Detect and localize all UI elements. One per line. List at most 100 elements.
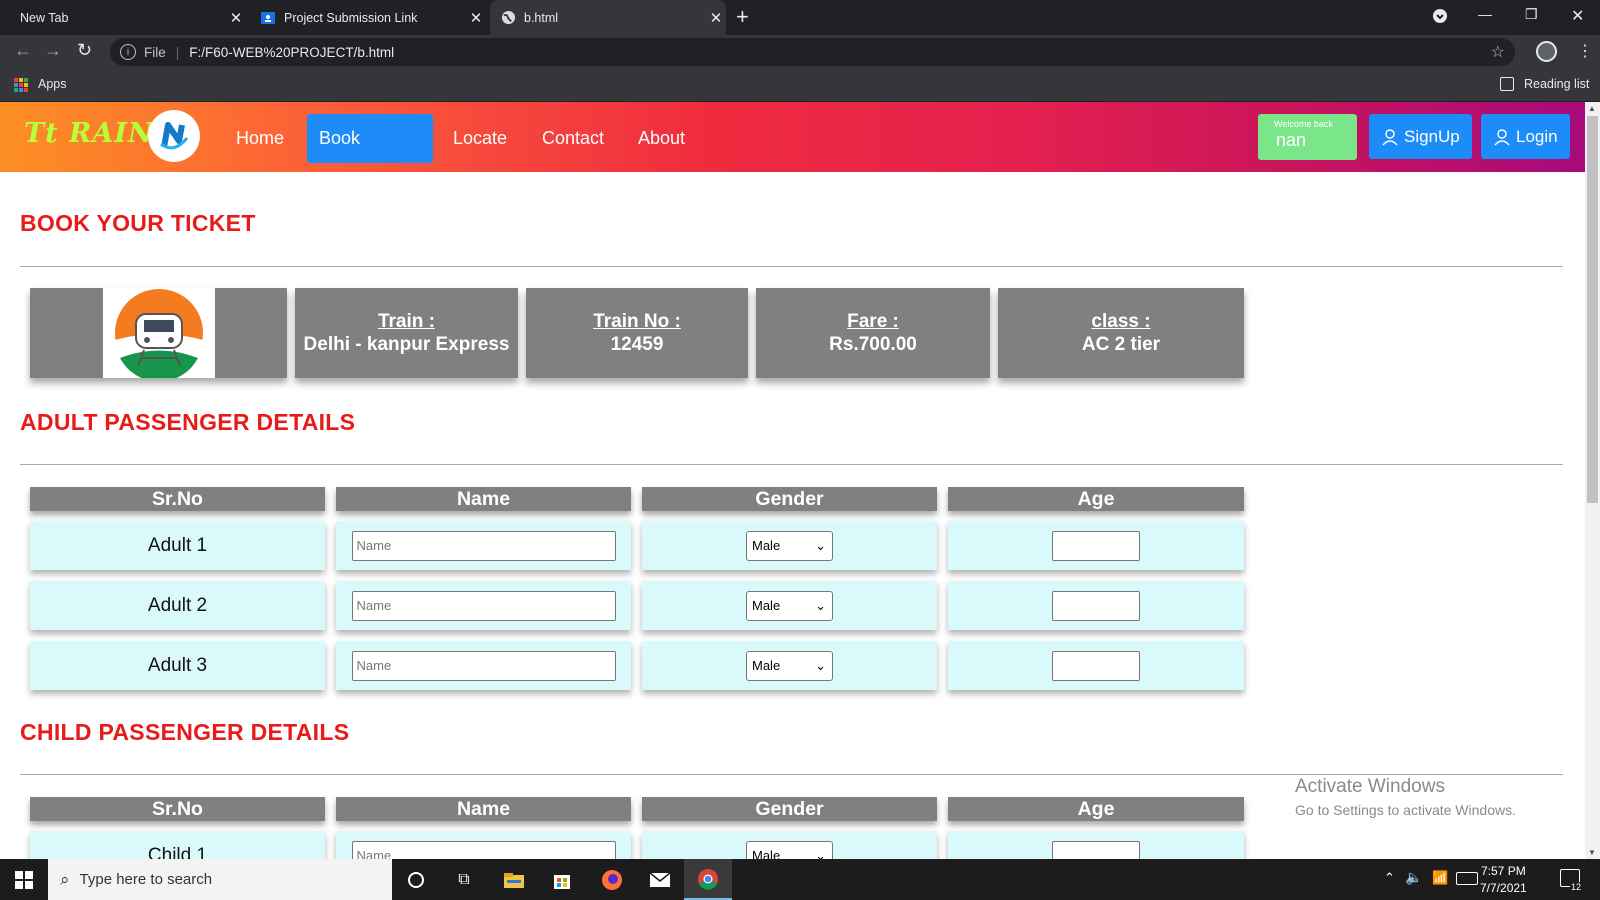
tab-b-html[interactable]: b.html ✕ [490,0,726,35]
tab-search-icon[interactable] [1432,8,1448,27]
keyboard-icon[interactable] [1456,872,1478,885]
restore-icon[interactable]: ❐ [1525,6,1538,23]
table-cell-name [336,641,631,690]
divider [20,266,1563,267]
bookmark-star-icon[interactable]: ☆ [1491,42,1505,62]
taskbar-search-box[interactable]: ⌕ Type here to search [48,859,392,900]
tab-title: b.html [524,10,559,25]
class-cell: class : AC 2 tier [998,288,1244,378]
fare-cell: Fare : Rs.700.00 [756,288,990,378]
apps-label[interactable]: Apps [38,77,67,91]
task-view-icon[interactable]: ⧉ [440,859,488,900]
tab-new-tab[interactable]: New Tab ✕ [0,0,246,35]
login-label: Login [1516,126,1558,146]
child-name-input[interactable] [351,840,616,859]
chevron-down-icon: ⌄ [815,847,826,860]
column-header-srno: Sr.No [30,487,325,511]
cortana-icon[interactable] [392,859,440,900]
adult-age-input[interactable] [1052,530,1140,561]
adult-name-input[interactable] [351,650,616,681]
watermark-line2: Go to Settings to activate Windows. [1295,802,1516,818]
nav-home[interactable]: Home [224,114,296,163]
table-cell-srno: Child 1 [30,831,325,859]
welcome-user: nan [1276,130,1307,150]
volume-icon[interactable]: 🔈 [1405,869,1422,886]
signup-button[interactable]: SignUp [1369,114,1472,159]
adult-section-title: ADULT PASSENGER DETAILS [20,409,356,435]
gender-value: Male [752,538,781,553]
reading-list-label[interactable]: Reading list [1524,77,1589,91]
train-value: Delhi - kanpur Express [303,334,510,355]
table-cell-age [948,581,1244,630]
page-scrollbar[interactable]: ▲ ▼ [1585,102,1600,859]
welcome-badge: Welcome back nan [1258,114,1357,160]
chrome-icon[interactable] [684,859,732,900]
train-label: Train : [377,311,435,332]
apps-grid-icon[interactable] [14,78,28,92]
table-cell-name [336,521,631,570]
login-button[interactable]: Login [1481,114,1570,159]
windows-start-icon[interactable] [0,859,48,900]
train-no-label: Train No : [593,311,681,332]
forward-arrow-icon[interactable]: → [44,40,62,61]
firefox-icon[interactable] [588,859,636,900]
menu-dots-icon[interactable]: ⋮ [1577,41,1593,61]
browser-toolbar: ← → ↻ i File | F:/F60-WEB%20PROJECT/b.ht… [0,35,1600,69]
close-window-icon[interactable]: ✕ [1571,6,1584,26]
adult-age-input[interactable] [1052,590,1140,621]
adult-gender-select[interactable]: Male ⌄ [746,530,833,561]
train-no-value: 12459 [610,334,664,355]
taskbar-search-placeholder: Type here to search [79,871,213,888]
store-icon[interactable] [538,859,586,900]
address-separator: | [175,44,180,60]
close-tab-icon[interactable]: ✕ [226,9,246,27]
user-icon [1382,128,1398,145]
table-cell-srno: Adult 3 [30,641,325,690]
minimize-icon[interactable]: — [1478,6,1492,22]
file-explorer-icon[interactable] [490,859,538,900]
child-age-input[interactable] [1052,840,1140,859]
table-cell-name [336,581,631,630]
close-tab-icon[interactable]: ✕ [706,9,726,27]
globe-icon [500,10,516,26]
nav-book-tickets[interactable]: Book Tickets [307,114,433,197]
chevron-down-icon: ⌄ [815,537,826,553]
scrollbar-thumb[interactable] [1587,116,1598,503]
divider [20,464,1563,465]
train-image-cell [30,288,287,378]
reading-list-icon[interactable] [1500,77,1514,91]
tab-project-submission[interactable]: Project Submission Link ✕ [246,0,486,35]
watermark-line1: Activate Windows [1295,776,1445,797]
taskbar-clock[interactable]: 7:57 PM 7/7/2021 [1480,863,1527,897]
adult-age-input[interactable] [1052,650,1140,681]
address-bar[interactable]: i File | F:/F60-WEB%20PROJECT/b.html ☆ [110,38,1515,66]
profile-avatar-icon[interactable] [1536,41,1557,62]
adult-gender-select[interactable]: Male ⌄ [746,590,833,621]
brand-logo-icon[interactable] [148,110,200,162]
column-header-age: Age [948,487,1244,511]
mail-icon[interactable] [636,859,684,900]
nav-locate[interactable]: Locate [441,114,519,163]
class-value: AC 2 tier [1081,334,1161,355]
column-header-age: Age [948,797,1244,821]
nav-about[interactable]: About [626,114,697,163]
close-tab-icon[interactable]: ✕ [466,9,486,27]
scroll-down-icon[interactable]: ▼ [1588,848,1596,857]
site-navbar: Tt RAIN Home Book Tickets Locate Contact… [0,102,1585,197]
gender-value: Male [752,848,781,859]
adult-name-input[interactable] [351,590,616,621]
info-icon[interactable]: i [120,44,136,60]
child-gender-select[interactable]: Male ⌄ [746,840,833,860]
wifi-icon[interactable]: 📶 [1432,870,1448,886]
train-info-row: Train : Delhi - kanpur Express Train No … [30,288,1244,378]
adult-name-input[interactable] [351,530,616,561]
back-arrow-icon[interactable]: ← [14,40,32,61]
new-tab-plus-icon[interactable]: + [736,4,749,30]
system-tray-chevron-icon[interactable]: ⌃ [1384,870,1395,886]
scroll-up-icon[interactable]: ▲ [1588,104,1596,113]
train-no-cell: Train No : 12459 [526,288,748,378]
brand-logo-text[interactable]: Tt RAIN [24,118,154,149]
reload-icon[interactable]: ↻ [77,40,92,61]
nav-contact[interactable]: Contact [530,114,616,163]
adult-gender-select[interactable]: Male ⌄ [746,650,833,681]
